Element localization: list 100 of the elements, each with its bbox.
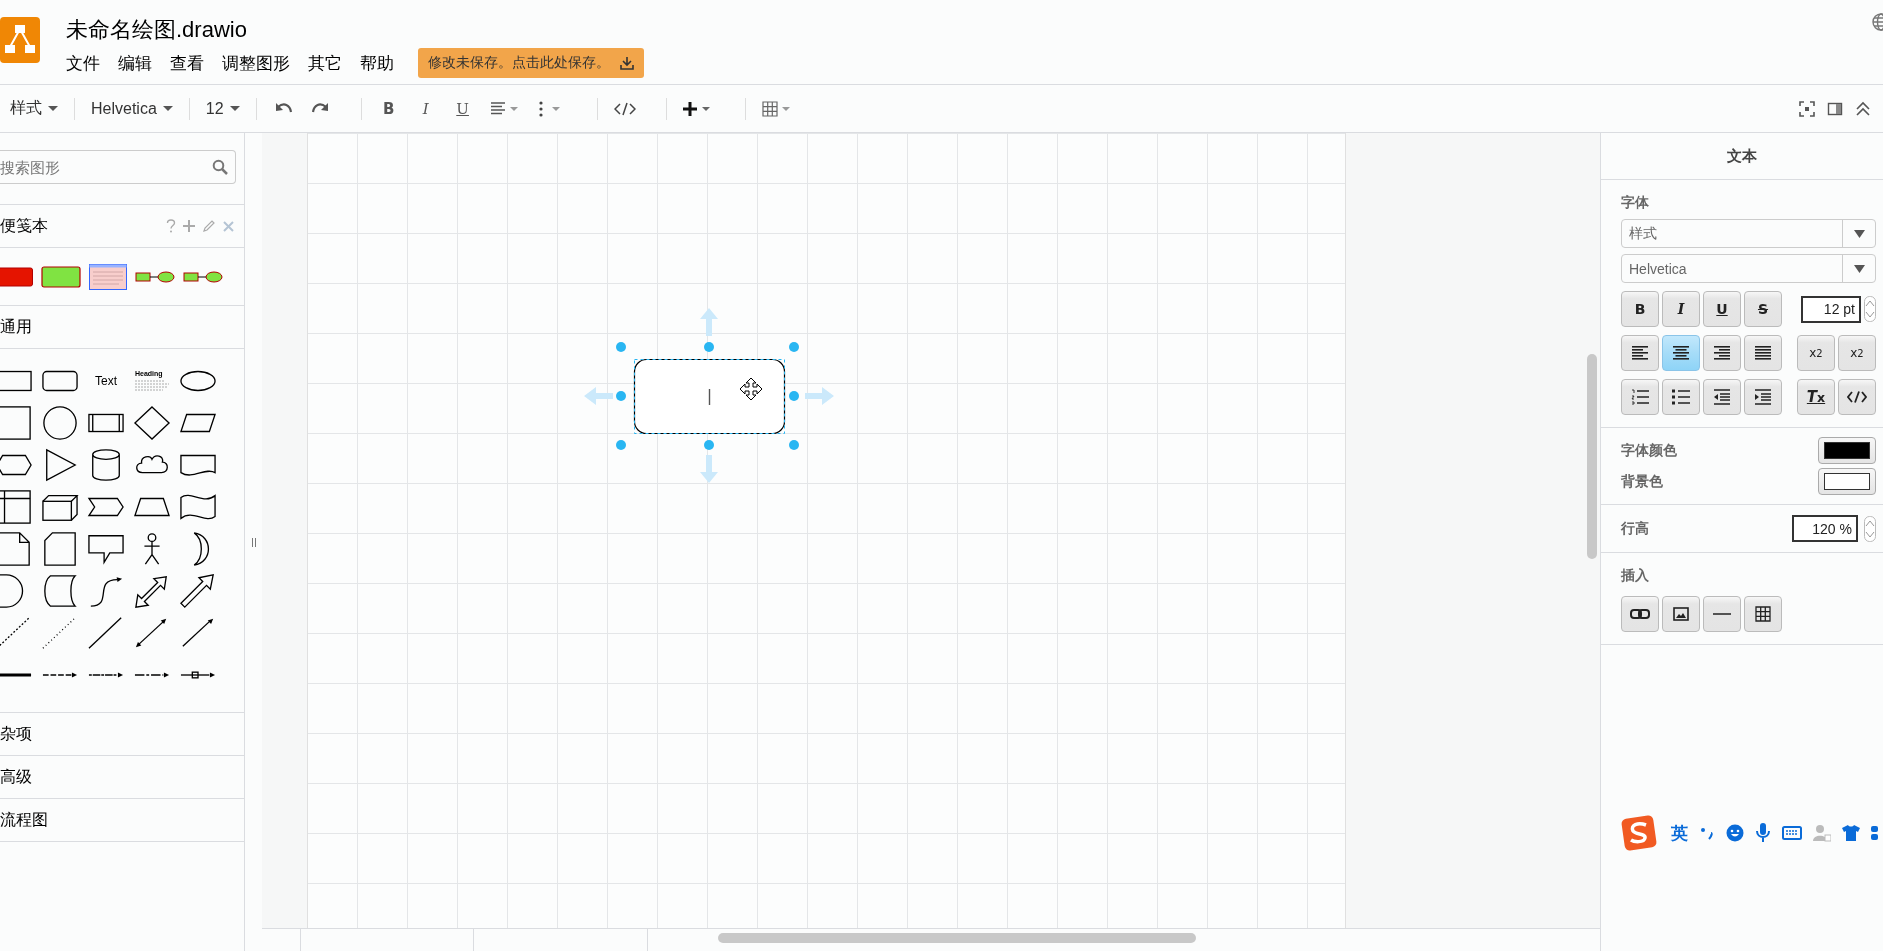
text-shape[interactable]: Text bbox=[95, 374, 117, 388]
line-height-label: 行高 bbox=[1621, 519, 1650, 538]
resize-handle[interactable] bbox=[616, 342, 626, 352]
format-button[interactable]: B bbox=[377, 99, 400, 118]
link-icon bbox=[1630, 609, 1650, 619]
insert-button[interactable] bbox=[1703, 596, 1741, 632]
resize-handle[interactable] bbox=[789, 342, 799, 352]
download-icon bbox=[620, 56, 634, 70]
horizontal-scrollbar[interactable] bbox=[718, 933, 1196, 943]
align-icon bbox=[1632, 346, 1648, 360]
align-button[interactable] bbox=[1621, 335, 1659, 371]
insert-button[interactable] bbox=[1744, 596, 1782, 632]
align-button[interactable] bbox=[1703, 335, 1741, 371]
grid-icon[interactable] bbox=[1871, 824, 1879, 842]
internal-storage-icon[interactable] bbox=[0, 489, 34, 525]
ime-mode[interactable]: 英 bbox=[1671, 821, 1688, 845]
format-button[interactable]: U bbox=[1703, 291, 1741, 327]
resize-handle[interactable] bbox=[704, 440, 714, 450]
resize-handle[interactable] bbox=[789, 391, 799, 401]
section-title[interactable]: 通用 bbox=[0, 316, 32, 338]
menu-item[interactable]: 文件 bbox=[66, 51, 100, 75]
search-icon bbox=[212, 159, 228, 175]
section-title[interactable]: 便笺本 bbox=[0, 215, 48, 237]
dropdown-arrow-icon bbox=[1853, 264, 1865, 273]
microphone-icon[interactable] bbox=[1755, 823, 1771, 843]
numbered-list-icon bbox=[1631, 389, 1649, 405]
collapse-icon[interactable] bbox=[1855, 100, 1871, 117]
section-title[interactable]: 杂项 bbox=[0, 723, 32, 745]
color-picker[interactable] bbox=[1818, 437, 1876, 464]
align-dropdown-icon[interactable] bbox=[488, 100, 521, 117]
format-button[interactable]: U bbox=[451, 99, 474, 118]
html-button[interactable] bbox=[1838, 379, 1876, 415]
menu-item[interactable]: 帮助 bbox=[360, 51, 394, 75]
color-label: 字体颜色 bbox=[1621, 441, 1677, 460]
section-header[interactable]: 杂项 bbox=[0, 713, 244, 756]
punctuation-icon[interactable] bbox=[1699, 825, 1715, 841]
section-title[interactable]: 流程图 bbox=[0, 809, 48, 831]
format-button[interactable]: I bbox=[414, 99, 437, 118]
keyboard-icon[interactable] bbox=[1782, 826, 1802, 840]
connector-shape[interactable] bbox=[135, 269, 175, 284]
style-select[interactable]: 样式 bbox=[1621, 219, 1876, 248]
ime-logo-icon[interactable] bbox=[1620, 814, 1658, 852]
document-title[interactable]: 未命名绘图.drawio bbox=[66, 17, 247, 43]
resize-handle[interactable] bbox=[704, 342, 714, 352]
panel-toggle-icon[interactable] bbox=[1827, 100, 1843, 117]
save-notice-button[interactable]: 修改未保存。点击此处保存。 bbox=[418, 48, 644, 78]
code-icon[interactable] bbox=[613, 100, 636, 117]
shirt-icon[interactable] bbox=[1842, 824, 1860, 842]
rectangle-shape[interactable] bbox=[41, 265, 81, 288]
font-dropdown[interactable]: Helvetica bbox=[91, 99, 173, 118]
fit-icon[interactable] bbox=[1799, 100, 1815, 117]
panel-title[interactable]: 文本 bbox=[1601, 133, 1883, 180]
note-thumbnail[interactable] bbox=[89, 263, 127, 290]
text-cursor bbox=[708, 388, 711, 406]
format-button[interactable]: B bbox=[1621, 291, 1659, 327]
search-field[interactable]: 搜索图形 bbox=[0, 150, 236, 184]
menu-item[interactable]: 调整图形 bbox=[222, 51, 290, 75]
bullet-list-icon bbox=[1672, 389, 1690, 405]
color-picker[interactable] bbox=[1818, 468, 1876, 495]
connector-shape[interactable] bbox=[183, 269, 223, 284]
dropdown-arrow-icon bbox=[1853, 229, 1865, 238]
list-button[interactable] bbox=[1662, 379, 1700, 415]
paragraph-lines-icon bbox=[135, 380, 169, 392]
diamond-icon[interactable] bbox=[132, 405, 172, 441]
rounded-rectangle-shape[interactable] bbox=[633, 358, 786, 435]
section-header[interactable]: 流程图 bbox=[0, 799, 244, 842]
section-title[interactable]: 高级 bbox=[0, 766, 32, 788]
list-button[interactable] bbox=[1703, 379, 1741, 415]
resize-handle[interactable] bbox=[616, 440, 626, 450]
image-icon bbox=[1673, 607, 1689, 621]
line-height-field[interactable]: 120 % bbox=[1792, 515, 1858, 542]
style-dropdown[interactable]: 样式 bbox=[10, 98, 58, 119]
menu-item[interactable]: 查看 bbox=[170, 51, 204, 75]
align-button[interactable] bbox=[1744, 335, 1782, 371]
resize-handle[interactable] bbox=[789, 440, 799, 450]
section-header[interactable]: 便笺本 bbox=[0, 205, 244, 248]
format-button[interactable]: I bbox=[1662, 291, 1700, 327]
menu-item[interactable]: 其它 bbox=[308, 51, 342, 75]
font-select[interactable]: Helvetica bbox=[1621, 254, 1876, 283]
smiley-icon[interactable] bbox=[1726, 824, 1744, 842]
font-size-field[interactable]: 12 pt bbox=[1801, 295, 1861, 323]
circle-icon[interactable] bbox=[40, 405, 80, 441]
menu-item[interactable]: 编辑 bbox=[118, 51, 152, 75]
section-header[interactable]: 高级 bbox=[0, 756, 244, 799]
vertical-scrollbar[interactable] bbox=[1587, 354, 1597, 559]
insert-button[interactable] bbox=[1621, 596, 1659, 632]
font-size-dropdown[interactable]: 12 bbox=[205, 99, 240, 118]
resize-handle-icon[interactable] bbox=[251, 537, 256, 547]
outdent-icon bbox=[1714, 389, 1730, 405]
code-icon bbox=[1847, 391, 1867, 403]
list-button[interactable] bbox=[1744, 379, 1782, 415]
list-button[interactable] bbox=[1621, 379, 1659, 415]
section-header[interactable]: 通用 bbox=[0, 306, 244, 349]
format-button[interactable]: S bbox=[1744, 291, 1782, 327]
align-button[interactable] bbox=[1662, 335, 1700, 371]
spinner-icon[interactable] bbox=[1864, 515, 1876, 542]
resize-handle[interactable] bbox=[616, 391, 626, 401]
spinner-icon[interactable] bbox=[1864, 296, 1876, 322]
insert-button[interactable] bbox=[1662, 596, 1700, 632]
table-icon bbox=[1755, 606, 1771, 622]
